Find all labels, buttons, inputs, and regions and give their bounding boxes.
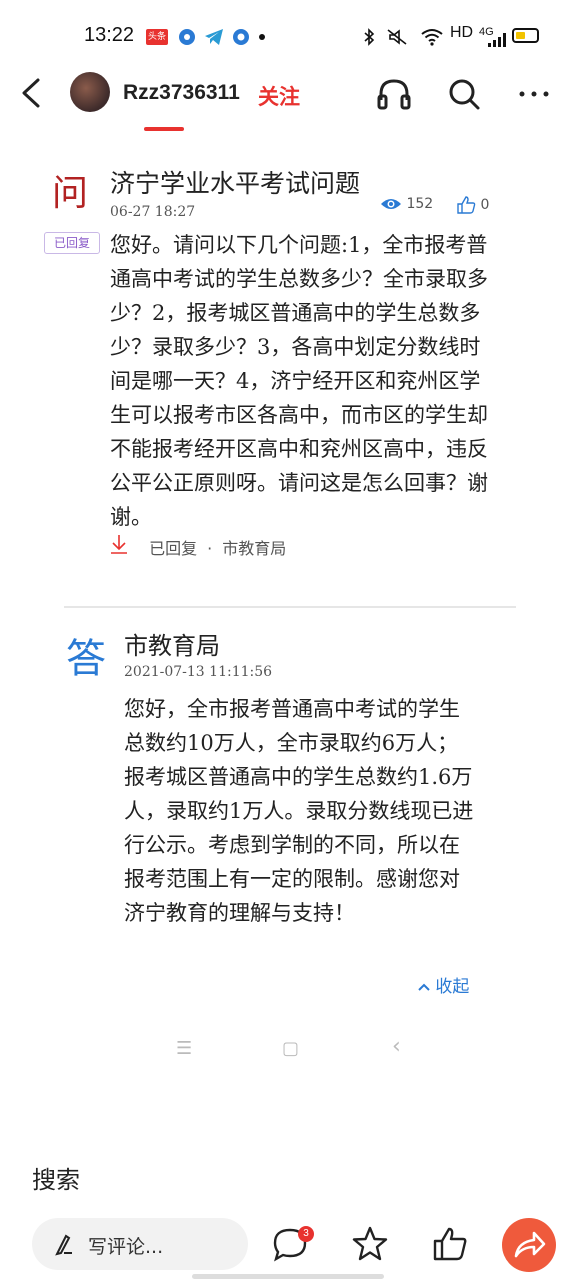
like-icon[interactable] (430, 1224, 470, 1264)
app-circle-icon (233, 29, 249, 45)
star-icon[interactable] (350, 1224, 390, 1264)
answer-body: 您好，全市报考普通高中考试的学生总数约10万人，全市录取约6万人；报考城区普通高… (124, 697, 474, 925)
comment-placeholder: 写评论... (88, 1236, 164, 1258)
answer-author: 市教育局 (124, 632, 220, 660)
username[interactable]: Rzz3736311 (123, 81, 240, 105)
answer-date: 2021-07-13 11:11:56 (124, 664, 273, 680)
like-count-value: 0 (480, 197, 490, 213)
recent-apps-icon[interactable]: ☰ (176, 1038, 192, 1059)
pen-icon (55, 1234, 72, 1256)
search-icon[interactable] (446, 76, 482, 112)
follow-button[interactable]: 关注 (258, 81, 300, 111)
view-count: 152 (380, 196, 433, 216)
status-time: 13:22 (84, 24, 135, 46)
hd-indicator: HD (450, 24, 474, 41)
share-icon (514, 1231, 546, 1258)
signal-icon (488, 33, 506, 47)
like-count[interactable]: 0 (456, 196, 489, 214)
divider (64, 606, 516, 608)
more-options-icon[interactable] (516, 76, 552, 112)
home-button-icon[interactable]: ▢ (282, 1038, 299, 1059)
question-footer: 已回复 · 市教育局 (110, 534, 286, 559)
top-nav: Rzz3736311 关注 (0, 60, 576, 134)
headphones-icon[interactable] (376, 76, 412, 112)
home-indicator (192, 1274, 384, 1279)
footer-separator: · (207, 539, 213, 558)
more-notifications-dot (259, 34, 265, 40)
bluetooth-icon (364, 28, 375, 46)
comment-count-badge: 3 (298, 1226, 314, 1242)
eye-icon (381, 199, 401, 209)
view-count-value: 152 (406, 196, 434, 212)
app-notification-icon (179, 29, 195, 45)
footer-status: 已回复 (149, 539, 198, 558)
battery-icon (512, 28, 539, 43)
mute-icon (387, 29, 407, 45)
active-tab-indicator (144, 127, 184, 131)
collapse-button[interactable]: 收起 (418, 972, 469, 997)
download-arrow-icon (110, 535, 133, 558)
share-button[interactable] (502, 1218, 556, 1272)
question-body: 您好。请问以下几个问题:1，全市报考普通高中考试的学生总数多少？全市录取多少？2… (110, 233, 488, 529)
toutiao-app-icon: 头条 (146, 29, 168, 45)
back-arrow-icon[interactable] (16, 76, 50, 110)
soft-back-icon[interactable]: ‹ (392, 1034, 401, 1059)
wifi-icon (421, 29, 443, 46)
replied-badge: 已回复 (44, 232, 100, 254)
search-label[interactable]: 搜索 (32, 1160, 80, 1195)
question-title: 济宁学业水平考试问题 (110, 169, 361, 198)
footer-org[interactable]: 市教育局 (222, 539, 286, 558)
telegram-icon (205, 29, 223, 45)
comment-input[interactable]: 写评论... (32, 1218, 248, 1270)
thumbs-up-icon[interactable] (456, 196, 476, 214)
question-date: 06-27 18:27 (110, 204, 196, 220)
chevron-up-icon (418, 983, 430, 991)
avatar[interactable] (70, 72, 110, 112)
answer-mark-label: 答 (66, 636, 106, 682)
question-mark-label: 问 (52, 173, 89, 214)
collapse-label: 收起 (435, 977, 470, 997)
